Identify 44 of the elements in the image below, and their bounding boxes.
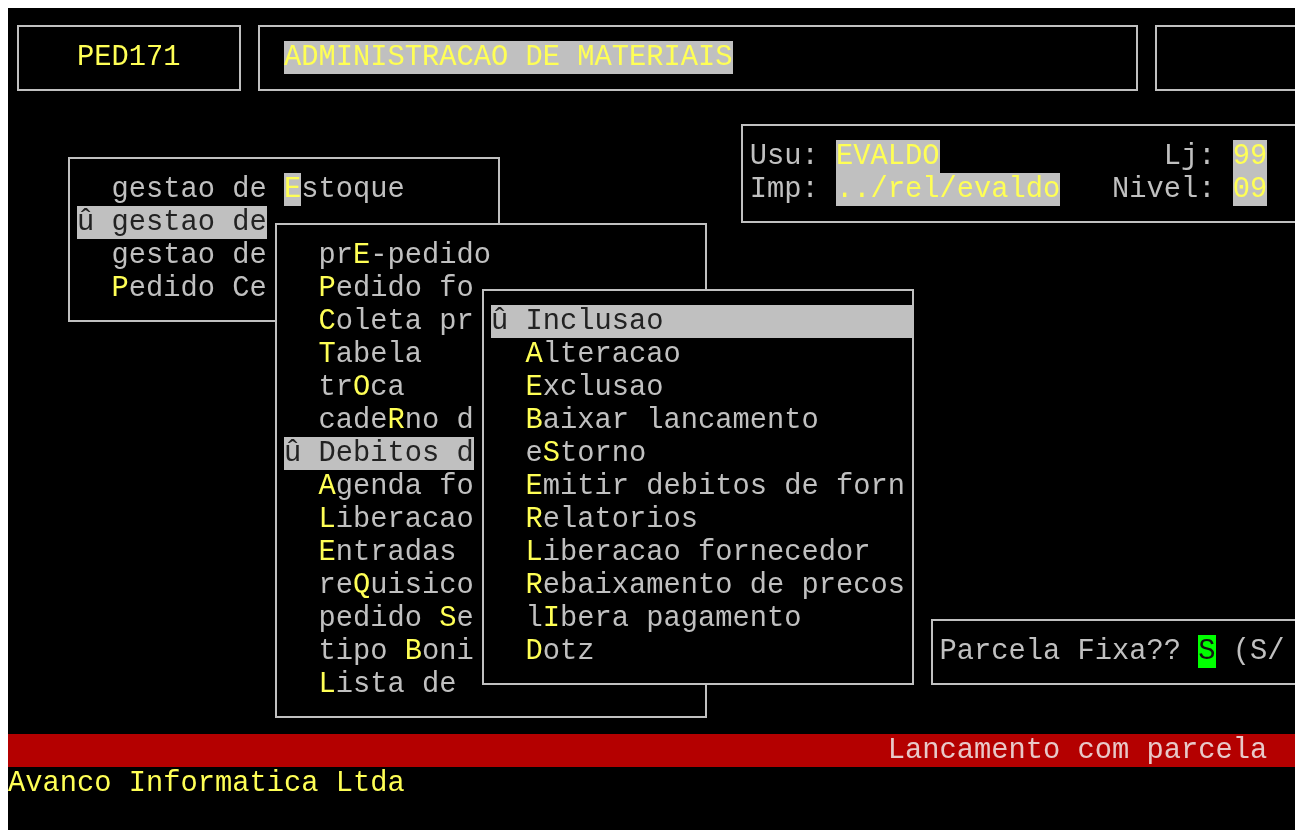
- menu-item[interactable]: pedido Se: [284, 602, 474, 635]
- menu-item[interactable]: trOca: [284, 371, 405, 404]
- printer-label: Imp:: [749, 173, 819, 206]
- menu-item[interactable]: cadeRno d: [284, 404, 474, 437]
- menu-item[interactable]: lIbera pagamento: [491, 602, 912, 635]
- menu-item[interactable]: gestao de Estoque: [77, 173, 405, 206]
- screen-title: ADMINISTRACAO DE MATERIAIS: [284, 41, 733, 74]
- user-label: Usu:: [749, 140, 819, 173]
- access-level-value: 09: [1232, 173, 1268, 206]
- menu-item[interactable]: Baixar lancamento: [491, 404, 912, 437]
- store-label: Lj:: [1163, 140, 1217, 173]
- printer-value: ../rel/evaldo: [836, 173, 1061, 206]
- menu-item[interactable]: tipo Boni: [284, 635, 474, 668]
- menu-item[interactable]: Liberacao: [284, 503, 474, 536]
- menu-item[interactable]: Liberacao fornecedor: [491, 536, 912, 569]
- menu-item[interactable]: reQuisico: [284, 569, 474, 602]
- menu-item[interactable]: û Debitos d: [284, 437, 474, 470]
- menu-item[interactable]: Lista de: [284, 668, 457, 701]
- prompt-question: Parcela Fixa??: [939, 635, 1183, 668]
- menu-item[interactable]: û gestao de: [77, 206, 267, 239]
- answer-field[interactable]: S: [1198, 635, 1216, 668]
- menu-item[interactable]: gestao de: [77, 239, 267, 272]
- menu-item[interactable]: Tabela: [284, 338, 423, 371]
- menu-item[interactable]: Relatorios: [491, 503, 912, 536]
- menu-item[interactable]: Agenda fo: [284, 470, 474, 503]
- user-value: EVALDO: [836, 140, 940, 173]
- store-value: 99: [1232, 140, 1268, 173]
- menu-item[interactable]: Pedido fo: [284, 272, 474, 305]
- prompt-options: (S/: [1232, 635, 1285, 668]
- menu-item[interactable]: Emitir debitos de forn: [491, 470, 912, 503]
- access-level-label: Nivel:: [1111, 173, 1217, 206]
- program-code: PED171: [77, 41, 181, 74]
- menu-item[interactable]: Coleta pr: [284, 305, 474, 338]
- menu-item[interactable]: Pedido Ce: [77, 272, 267, 305]
- menu-item[interactable]: prE-pedido: [284, 239, 492, 272]
- menu-item[interactable]: eStorno: [491, 437, 912, 470]
- menu-item[interactable]: û Inclusao: [491, 305, 912, 338]
- menu-item[interactable]: Alteracao: [491, 338, 912, 371]
- menu-item[interactable]: Dotz: [491, 635, 912, 668]
- menu-item[interactable]: Entradas: [284, 536, 457, 569]
- menu-item[interactable]: Exclusao: [491, 371, 912, 404]
- company-name: Avanco Informatica Ltda: [8, 767, 405, 800]
- menu-item[interactable]: Rebaixamento de precos: [491, 569, 912, 602]
- status-bar: Lancamento com parcela: [8, 734, 1295, 767]
